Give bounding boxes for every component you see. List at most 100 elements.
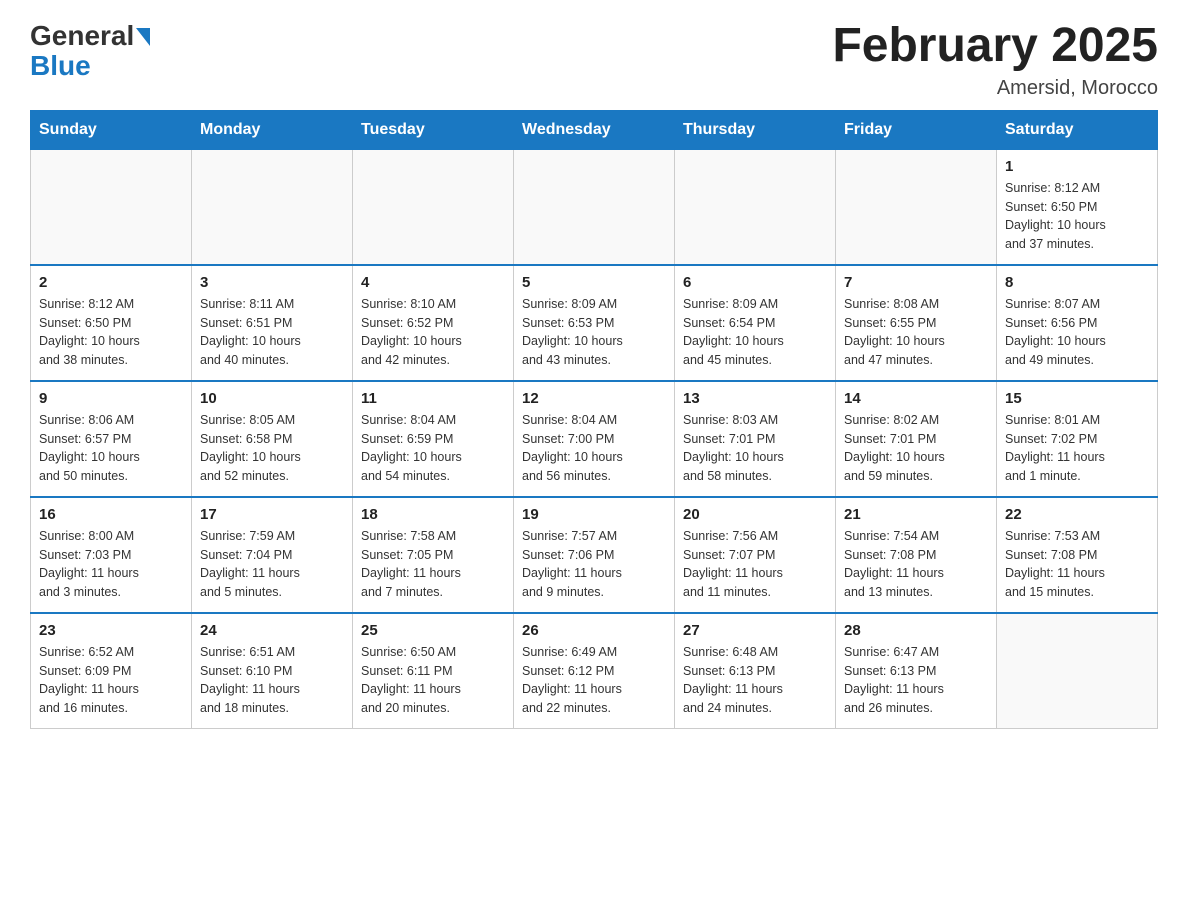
day-info: Sunrise: 7:56 AMSunset: 7:07 PMDaylight:… [683,527,827,602]
day-info: Sunrise: 8:01 AMSunset: 7:02 PMDaylight:… [1005,411,1149,486]
calendar-header-saturday: Saturday [997,110,1158,149]
calendar-day-cell: 24 Sunrise: 6:51 AMSunset: 6:10 PMDayligh… [192,613,353,729]
day-number: 5 [522,274,666,291]
calendar-day-cell: 25 Sunrise: 6:50 AMSunset: 6:11 PMDayligh… [353,613,514,729]
calendar-header-sunday: Sunday [31,110,192,149]
day-number: 10 [200,390,344,407]
logo: General Blue [30,20,150,82]
day-info: Sunrise: 8:09 AMSunset: 6:53 PMDaylight:… [522,295,666,370]
day-info: Sunrise: 8:02 AMSunset: 7:01 PMDaylight:… [844,411,988,486]
day-info: Sunrise: 8:05 AMSunset: 6:58 PMDaylight:… [200,411,344,486]
day-info: Sunrise: 8:03 AMSunset: 7:01 PMDaylight:… [683,411,827,486]
day-number: 27 [683,622,827,639]
day-number: 8 [1005,274,1149,291]
day-number: 24 [200,622,344,639]
day-number: 21 [844,506,988,523]
calendar-table: SundayMondayTuesdayWednesdayThursdayFrid… [30,110,1158,729]
day-info: Sunrise: 8:09 AMSunset: 6:54 PMDaylight:… [683,295,827,370]
calendar-day-cell: 7 Sunrise: 8:08 AMSunset: 6:55 PMDaylight… [836,265,997,381]
page-header: General Blue February 2025 Amersid, Moro… [30,20,1158,100]
calendar-day-cell: 8 Sunrise: 8:07 AMSunset: 6:56 PMDaylight… [997,265,1158,381]
calendar-week-row: 2 Sunrise: 8:12 AMSunset: 6:50 PMDaylight… [31,265,1158,381]
day-number: 7 [844,274,988,291]
calendar-day-cell: 15Sunrise: 8:01 AMSunset: 7:02 PMDayligh… [997,381,1158,497]
day-number: 22 [1005,506,1149,523]
calendar-header-monday: Monday [192,110,353,149]
calendar-day-cell: 22 Sunrise: 7:53 AMSunset: 7:08 PMDayligh… [997,497,1158,613]
calendar-day-cell: 18 Sunrise: 7:58 AMSunset: 7:05 PMDayligh… [353,497,514,613]
day-info: Sunrise: 7:57 AMSunset: 7:06 PMDaylight:… [522,527,666,602]
calendar-header-tuesday: Tuesday [353,110,514,149]
calendar-week-row: 16 Sunrise: 8:00 AMSunset: 7:03 PMDayligh… [31,497,1158,613]
day-number: 2 [39,274,183,291]
location-subtitle: Amersid, Morocco [832,77,1158,100]
day-info: Sunrise: 8:11 AMSunset: 6:51 PMDaylight:… [200,295,344,370]
day-number: 28 [844,622,988,639]
day-info: Sunrise: 8:12 AMSunset: 6:50 PMDaylight:… [1005,179,1149,254]
calendar-day-cell: 13 Sunrise: 8:03 AMSunset: 7:01 PMDayligh… [675,381,836,497]
month-title: February 2025 [832,20,1158,73]
day-number: 23 [39,622,183,639]
day-info: Sunrise: 8:12 AMSunset: 6:50 PMDaylight:… [39,295,183,370]
day-info: Sunrise: 8:08 AMSunset: 6:55 PMDaylight:… [844,295,988,370]
day-info: Sunrise: 8:06 AMSunset: 6:57 PMDaylight:… [39,411,183,486]
day-number: 4 [361,274,505,291]
calendar-day-cell: 2 Sunrise: 8:12 AMSunset: 6:50 PMDaylight… [31,265,192,381]
day-info: Sunrise: 6:49 AMSunset: 6:12 PMDaylight:… [522,643,666,718]
calendar-header-thursday: Thursday [675,110,836,149]
day-number: 9 [39,390,183,407]
day-info: Sunrise: 7:59 AMSunset: 7:04 PMDaylight:… [200,527,344,602]
title-block: February 2025 Amersid, Morocco [832,20,1158,100]
calendar-header-friday: Friday [836,110,997,149]
calendar-day-cell: 17 Sunrise: 7:59 AMSunset: 7:04 PMDayligh… [192,497,353,613]
day-number: 11 [361,390,505,407]
calendar-week-row: 9 Sunrise: 8:06 AMSunset: 6:57 PMDaylight… [31,381,1158,497]
calendar-week-row: 23 Sunrise: 6:52 AMSunset: 6:09 PMDayligh… [31,613,1158,729]
calendar-day-cell [514,149,675,265]
calendar-header-wednesday: Wednesday [514,110,675,149]
day-number: 6 [683,274,827,291]
day-info: Sunrise: 8:07 AMSunset: 6:56 PMDaylight:… [1005,295,1149,370]
calendar-day-cell: 4 Sunrise: 8:10 AMSunset: 6:52 PMDaylight… [353,265,514,381]
day-number: 1 [1005,158,1149,175]
day-number: 16 [39,506,183,523]
day-number: 26 [522,622,666,639]
calendar-day-cell: 23 Sunrise: 6:52 AMSunset: 6:09 PMDayligh… [31,613,192,729]
calendar-day-cell: 12Sunrise: 8:04 AMSunset: 7:00 PMDayligh… [514,381,675,497]
day-info: Sunrise: 6:51 AMSunset: 6:10 PMDaylight:… [200,643,344,718]
calendar-day-cell: 27Sunrise: 6:48 AMSunset: 6:13 PMDayligh… [675,613,836,729]
day-info: Sunrise: 6:52 AMSunset: 6:09 PMDaylight:… [39,643,183,718]
day-number: 25 [361,622,505,639]
calendar-header-row: SundayMondayTuesdayWednesdayThursdayFrid… [31,110,1158,149]
day-info: Sunrise: 7:54 AMSunset: 7:08 PMDaylight:… [844,527,988,602]
day-number: 20 [683,506,827,523]
calendar-day-cell: 26 Sunrise: 6:49 AMSunset: 6:12 PMDayligh… [514,613,675,729]
calendar-day-cell: 20 Sunrise: 7:56 AMSunset: 7:07 PMDayligh… [675,497,836,613]
calendar-day-cell: 16 Sunrise: 8:00 AMSunset: 7:03 PMDayligh… [31,497,192,613]
day-info: Sunrise: 6:47 AMSunset: 6:13 PMDaylight:… [844,643,988,718]
calendar-day-cell: 10 Sunrise: 8:05 AMSunset: 6:58 PMDayligh… [192,381,353,497]
calendar-day-cell: 21 Sunrise: 7:54 AMSunset: 7:08 PMDayligh… [836,497,997,613]
day-info: Sunrise: 6:50 AMSunset: 6:11 PMDaylight:… [361,643,505,718]
day-info: Sunrise: 7:53 AMSunset: 7:08 PMDaylight:… [1005,527,1149,602]
calendar-day-cell: 1 Sunrise: 8:12 AMSunset: 6:50 PMDaylight… [997,149,1158,265]
calendar-day-cell [192,149,353,265]
day-number: 18 [361,506,505,523]
day-info: Sunrise: 7:58 AMSunset: 7:05 PMDaylight:… [361,527,505,602]
logo-arrow-icon [136,28,150,46]
calendar-day-cell [997,613,1158,729]
day-number: 17 [200,506,344,523]
day-number: 19 [522,506,666,523]
calendar-day-cell: 11 Sunrise: 8:04 AMSunset: 6:59 PMDayligh… [353,381,514,497]
calendar-day-cell: 5 Sunrise: 8:09 AMSunset: 6:53 PMDaylight… [514,265,675,381]
calendar-day-cell [675,149,836,265]
day-info: Sunrise: 8:00 AMSunset: 7:03 PMDaylight:… [39,527,183,602]
day-number: 3 [200,274,344,291]
day-number: 14 [844,390,988,407]
calendar-day-cell: 9 Sunrise: 8:06 AMSunset: 6:57 PMDaylight… [31,381,192,497]
calendar-day-cell: 19 Sunrise: 7:57 AMSunset: 7:06 PMDayligh… [514,497,675,613]
day-number: 13 [683,390,827,407]
calendar-week-row: 1 Sunrise: 8:12 AMSunset: 6:50 PMDaylight… [31,149,1158,265]
day-info: Sunrise: 8:04 AMSunset: 6:59 PMDaylight:… [361,411,505,486]
day-info: Sunrise: 8:10 AMSunset: 6:52 PMDaylight:… [361,295,505,370]
